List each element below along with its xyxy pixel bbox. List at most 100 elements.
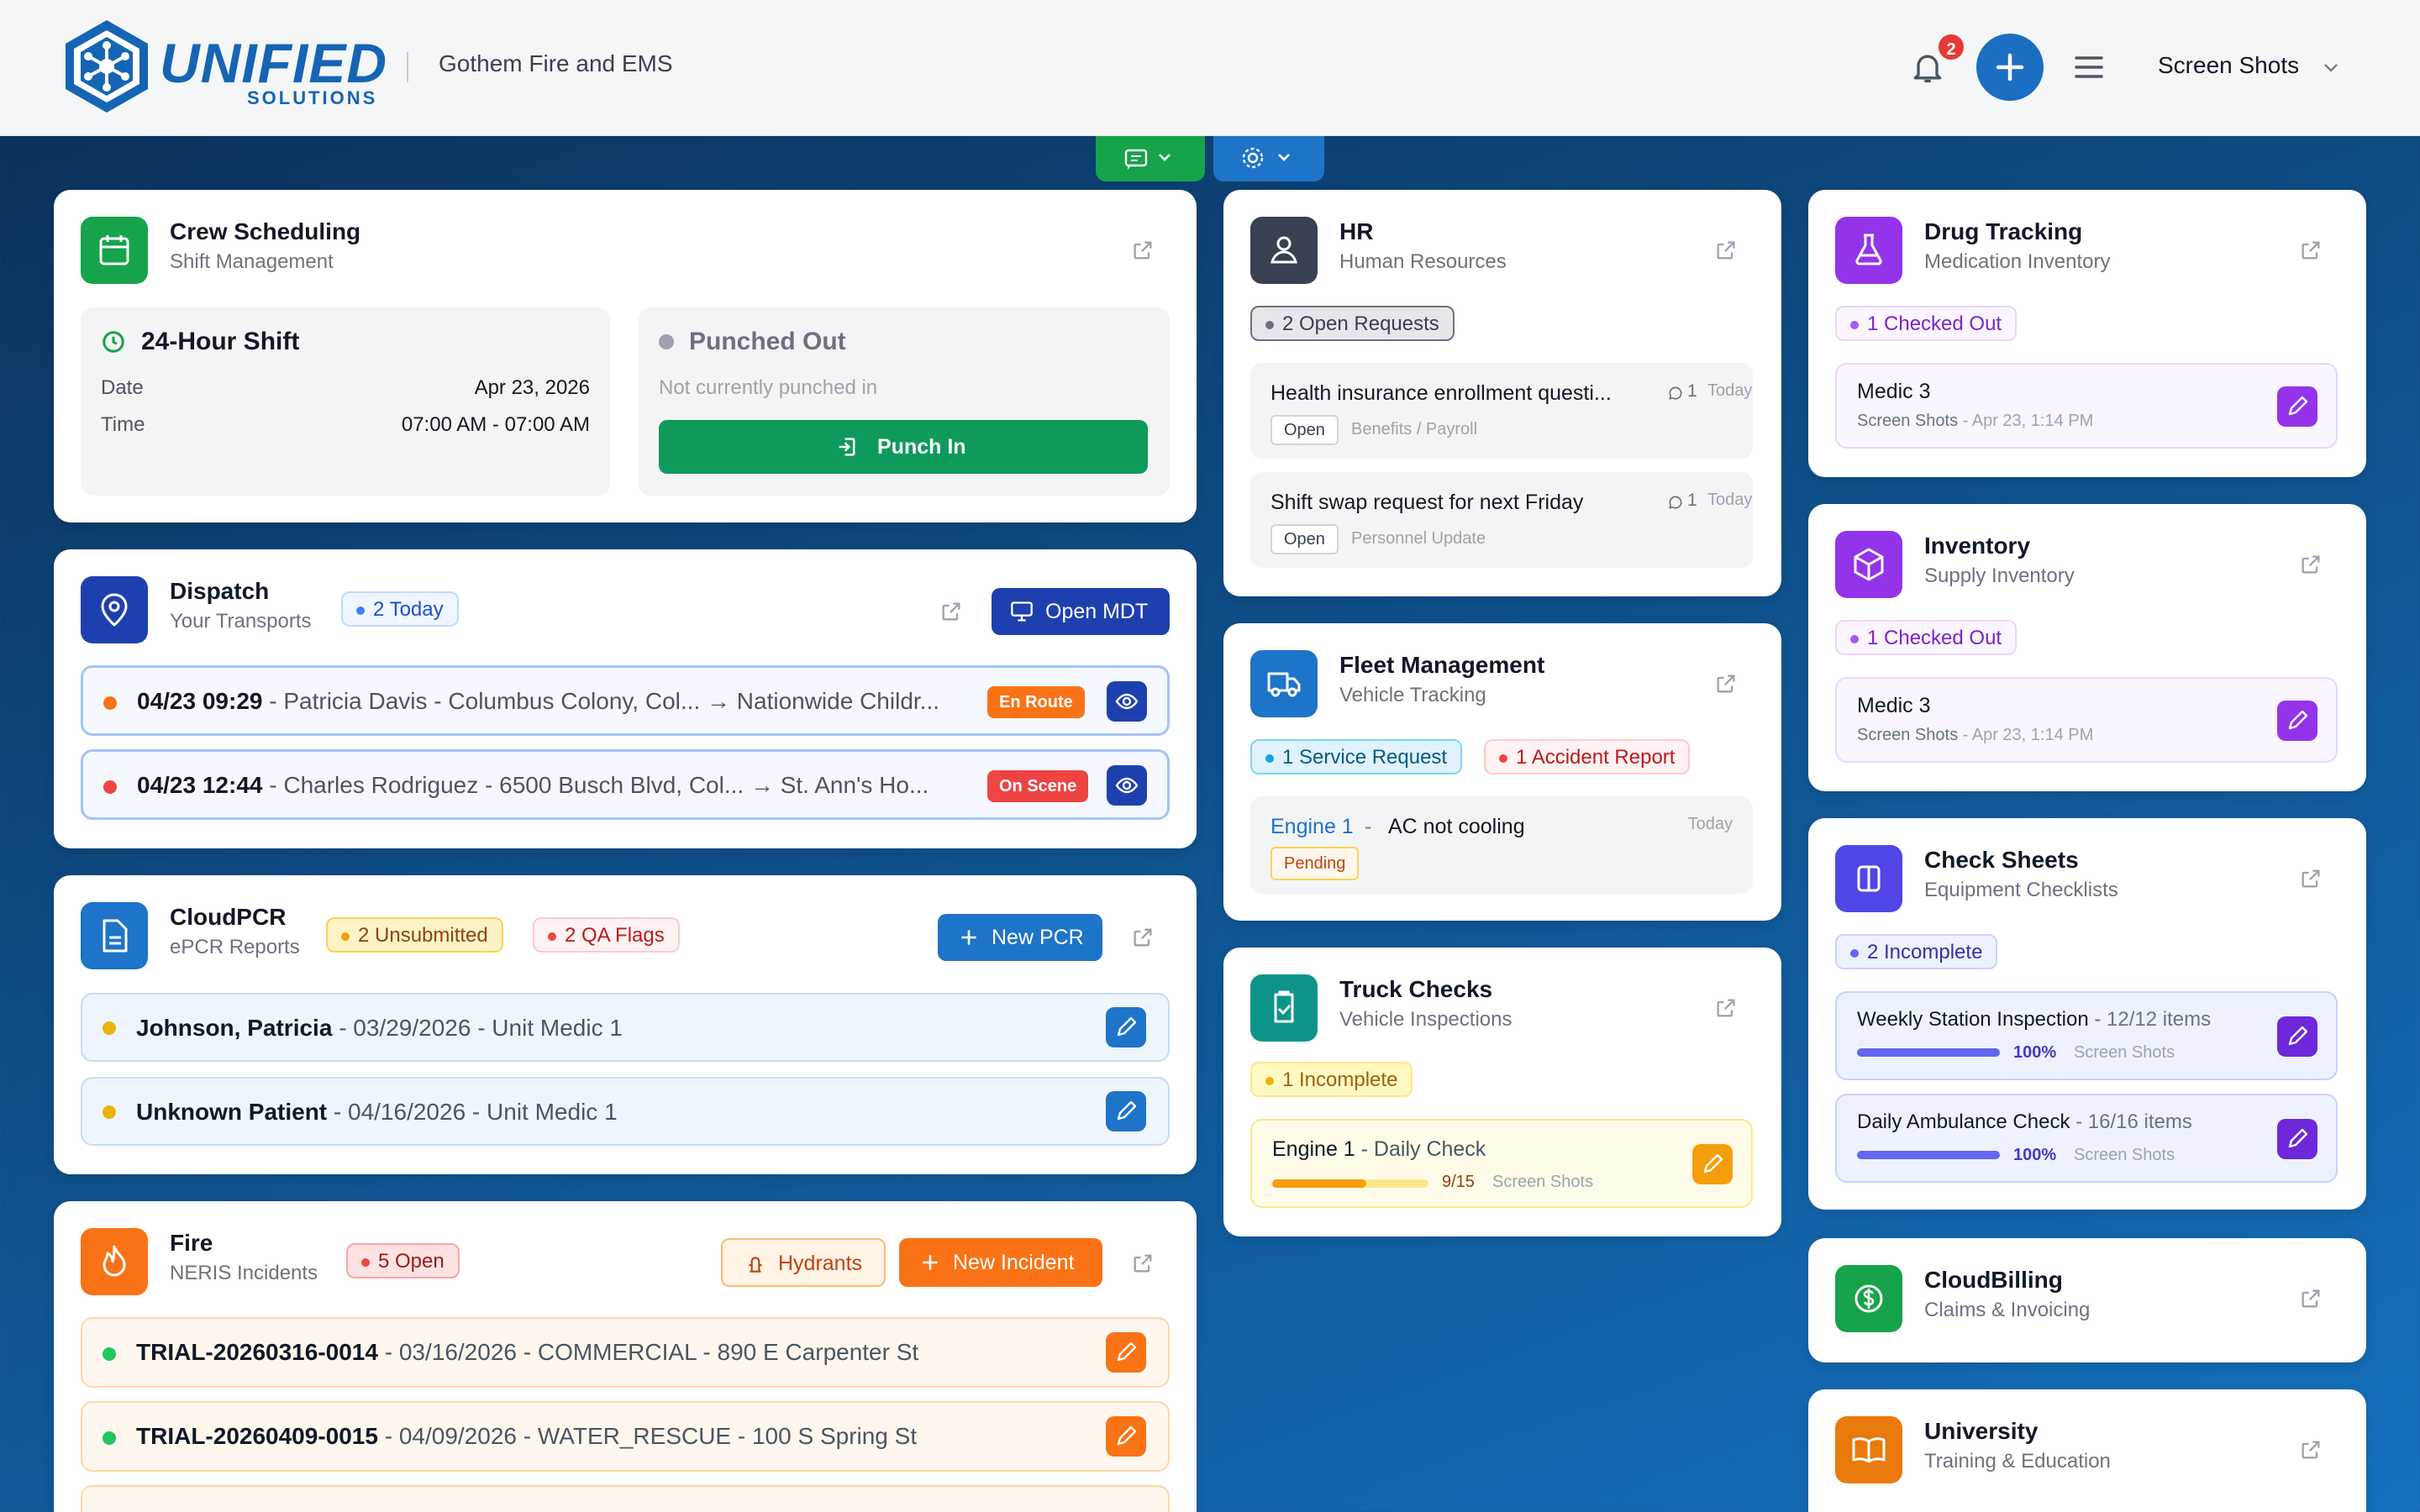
settings-toggle-tab[interactable] [1213, 136, 1324, 181]
incident-row[interactable] [81, 1485, 1170, 1512]
notification-count-badge: 2 [1936, 32, 1966, 62]
hydrants-button[interactable]: Hydrants [721, 1238, 886, 1287]
sheet-percent: 100% [2013, 1043, 2057, 1062]
organization-name: Gothem Fire and EMS [439, 50, 673, 76]
request-category: Personnel Update [1351, 529, 1486, 548]
transport-row[interactable]: 04/23 09:29 - Patricia Davis - Columbus … [81, 665, 1170, 736]
new-incident-label: New Incident [953, 1251, 1075, 1274]
pcr-row[interactable]: Johnson, Patricia - 03/29/2026 - Unit Me… [81, 993, 1170, 1062]
punch-status: Punched Out [689, 328, 846, 355]
sheet-progress-bar [1857, 1151, 2000, 1159]
drug-box-row[interactable]: Medic 3 Screen Shots - Apr 23, 1:14 PM [1835, 363, 2338, 449]
view-button[interactable] [1107, 681, 1147, 722]
external-link-icon[interactable] [1131, 1252, 1155, 1275]
flame-icon [81, 1228, 148, 1295]
truck-icon [1250, 650, 1318, 717]
chevron-down-icon[interactable] [2321, 57, 2341, 77]
hr-request-row[interactable]: Shift swap request for next Friday 1 Tod… [1250, 472, 1753, 568]
view-button[interactable] [1107, 765, 1147, 806]
inventory-row[interactable]: Medic 3 Screen Shots - Apr 23, 1:14 PM [1835, 677, 2338, 763]
card-subtitle: Medication Inventory [1924, 250, 2111, 273]
checked-by: Screen Shots [1857, 726, 1959, 744]
progress-fill [1857, 1048, 2000, 1057]
box-icon [1835, 531, 1902, 598]
clock-icon [103, 331, 124, 353]
external-link-icon[interactable] [1714, 672, 1738, 696]
checkout-date: - Apr 23, 1:14 PM [1962, 726, 2094, 744]
card-subtitle: Shift Management [170, 250, 334, 273]
check-progress-bar [1272, 1179, 1428, 1188]
edit-button[interactable] [1106, 1007, 1146, 1047]
user-menu[interactable]: Screen Shots [2158, 52, 2299, 79]
pencil-icon [2288, 1128, 2308, 1148]
pencil-icon [2288, 710, 2308, 730]
truck-check-row[interactable]: Engine 1 - Daily Check 9/15 Screen Shots [1250, 1119, 1753, 1208]
hr-request-row[interactable]: Health insurance enrollment questi... 1 … [1250, 363, 1753, 459]
transport-time: 04/23 09:29 [137, 688, 263, 714]
columns-icon [1835, 845, 1902, 912]
new-incident-button[interactable]: New Incident [899, 1238, 1102, 1287]
external-link-icon[interactable] [2299, 1438, 2323, 1462]
inventory-card: Inventory Supply Inventory 1 Checked Out… [1808, 504, 2366, 791]
open-mdt-button[interactable]: Open MDT [992, 588, 1170, 635]
unified-logo[interactable]: UNIFIED SOLUTIONS [60, 17, 387, 116]
pcr-row[interactable]: Unknown Patient - 04/16/2026 - Unit Medi… [81, 1077, 1170, 1146]
edit-button[interactable] [2277, 1016, 2317, 1057]
punch-note: Not currently punched in [659, 376, 878, 399]
comment-count: 1 [1687, 381, 1697, 401]
status-tag: Open [1270, 524, 1339, 554]
incident-row[interactable]: TRIAL-20260409-0015 - 04/09/2026 - WATER… [81, 1401, 1170, 1472]
edit-button[interactable] [1106, 1332, 1146, 1373]
card-title: CloudBilling [1924, 1267, 2063, 1293]
external-link-icon[interactable] [1131, 926, 1155, 949]
divider [407, 52, 408, 82]
progress-fill [1272, 1179, 1366, 1188]
book-icon [1835, 1416, 1902, 1483]
hamburger-menu-icon[interactable] [2074, 54, 2104, 81]
status-badge: En Route [987, 686, 1085, 718]
edit-button[interactable] [1106, 1416, 1146, 1457]
patient-name: Unknown Patient [136, 1099, 328, 1125]
add-button[interactable] [1976, 34, 2044, 101]
external-link-icon[interactable] [2299, 239, 2323, 262]
sheet-percent: 100% [2013, 1146, 2057, 1164]
external-link-icon[interactable] [2299, 1287, 2323, 1310]
punch-in-button[interactable]: Punch In [659, 420, 1148, 474]
incident-row[interactable]: TRIAL-20260316-0014 - 03/16/2026 - COMME… [81, 1317, 1170, 1388]
edit-button[interactable] [1692, 1144, 1733, 1184]
document-icon [81, 902, 148, 969]
issue-date: Today [1687, 815, 1733, 833]
request-date: Today [1707, 381, 1753, 400]
fleet-issue-row[interactable]: Engine 1 - AC not cooling Today Pending [1250, 796, 1753, 894]
sheet-progress-bar [1857, 1048, 2000, 1057]
check-sheet-row[interactable]: Weekly Station Inspection - 12/12 items … [1835, 991, 2338, 1080]
edit-button[interactable] [1106, 1091, 1146, 1131]
card-title: Crew Scheduling [170, 218, 361, 244]
university-card: University Training & Education [1808, 1389, 2366, 1512]
external-link-icon[interactable] [2299, 553, 2323, 576]
card-title: Fleet Management [1339, 652, 1545, 678]
external-link-icon[interactable] [2299, 867, 2323, 890]
drug-tracking-card: Drug Tracking Medication Inventory 1 Che… [1808, 190, 2366, 477]
chat-toggle-tab[interactable] [1096, 136, 1205, 181]
card-subtitle: Vehicle Inspections [1339, 1008, 1512, 1031]
external-link-icon[interactable] [1131, 239, 1155, 262]
service-request-badge: 1 Service Request [1250, 739, 1463, 774]
external-link-icon[interactable] [1714, 996, 1738, 1020]
check-name: - Daily Check [1360, 1137, 1486, 1161]
edit-button[interactable] [2277, 386, 2317, 427]
pcr-desc: - 04/16/2026 - Unit Medic 1 [333, 1099, 618, 1125]
check-sheet-row[interactable]: Daily Ambulance Check - 16/16 items 100%… [1835, 1094, 2338, 1183]
edit-button[interactable] [2277, 1119, 2317, 1159]
transport-desc: - Charles Rodriguez - 6500 Busch Blvd, C… [269, 772, 929, 798]
external-link-icon[interactable] [939, 600, 963, 623]
new-pcr-button[interactable]: New PCR [938, 914, 1102, 961]
edit-button[interactable] [2277, 701, 2317, 741]
status-tag: Pending [1270, 847, 1360, 880]
transport-row[interactable]: 04/23 12:44 - Charles Rodriguez - 6500 B… [81, 749, 1170, 820]
sheet-items: - 16/16 items [2075, 1110, 2192, 1133]
card-title: Inventory [1924, 533, 2031, 559]
external-link-icon[interactable] [1714, 239, 1738, 262]
progress-fill [1857, 1151, 2000, 1159]
transport-time: 04/23 12:44 [137, 772, 263, 798]
